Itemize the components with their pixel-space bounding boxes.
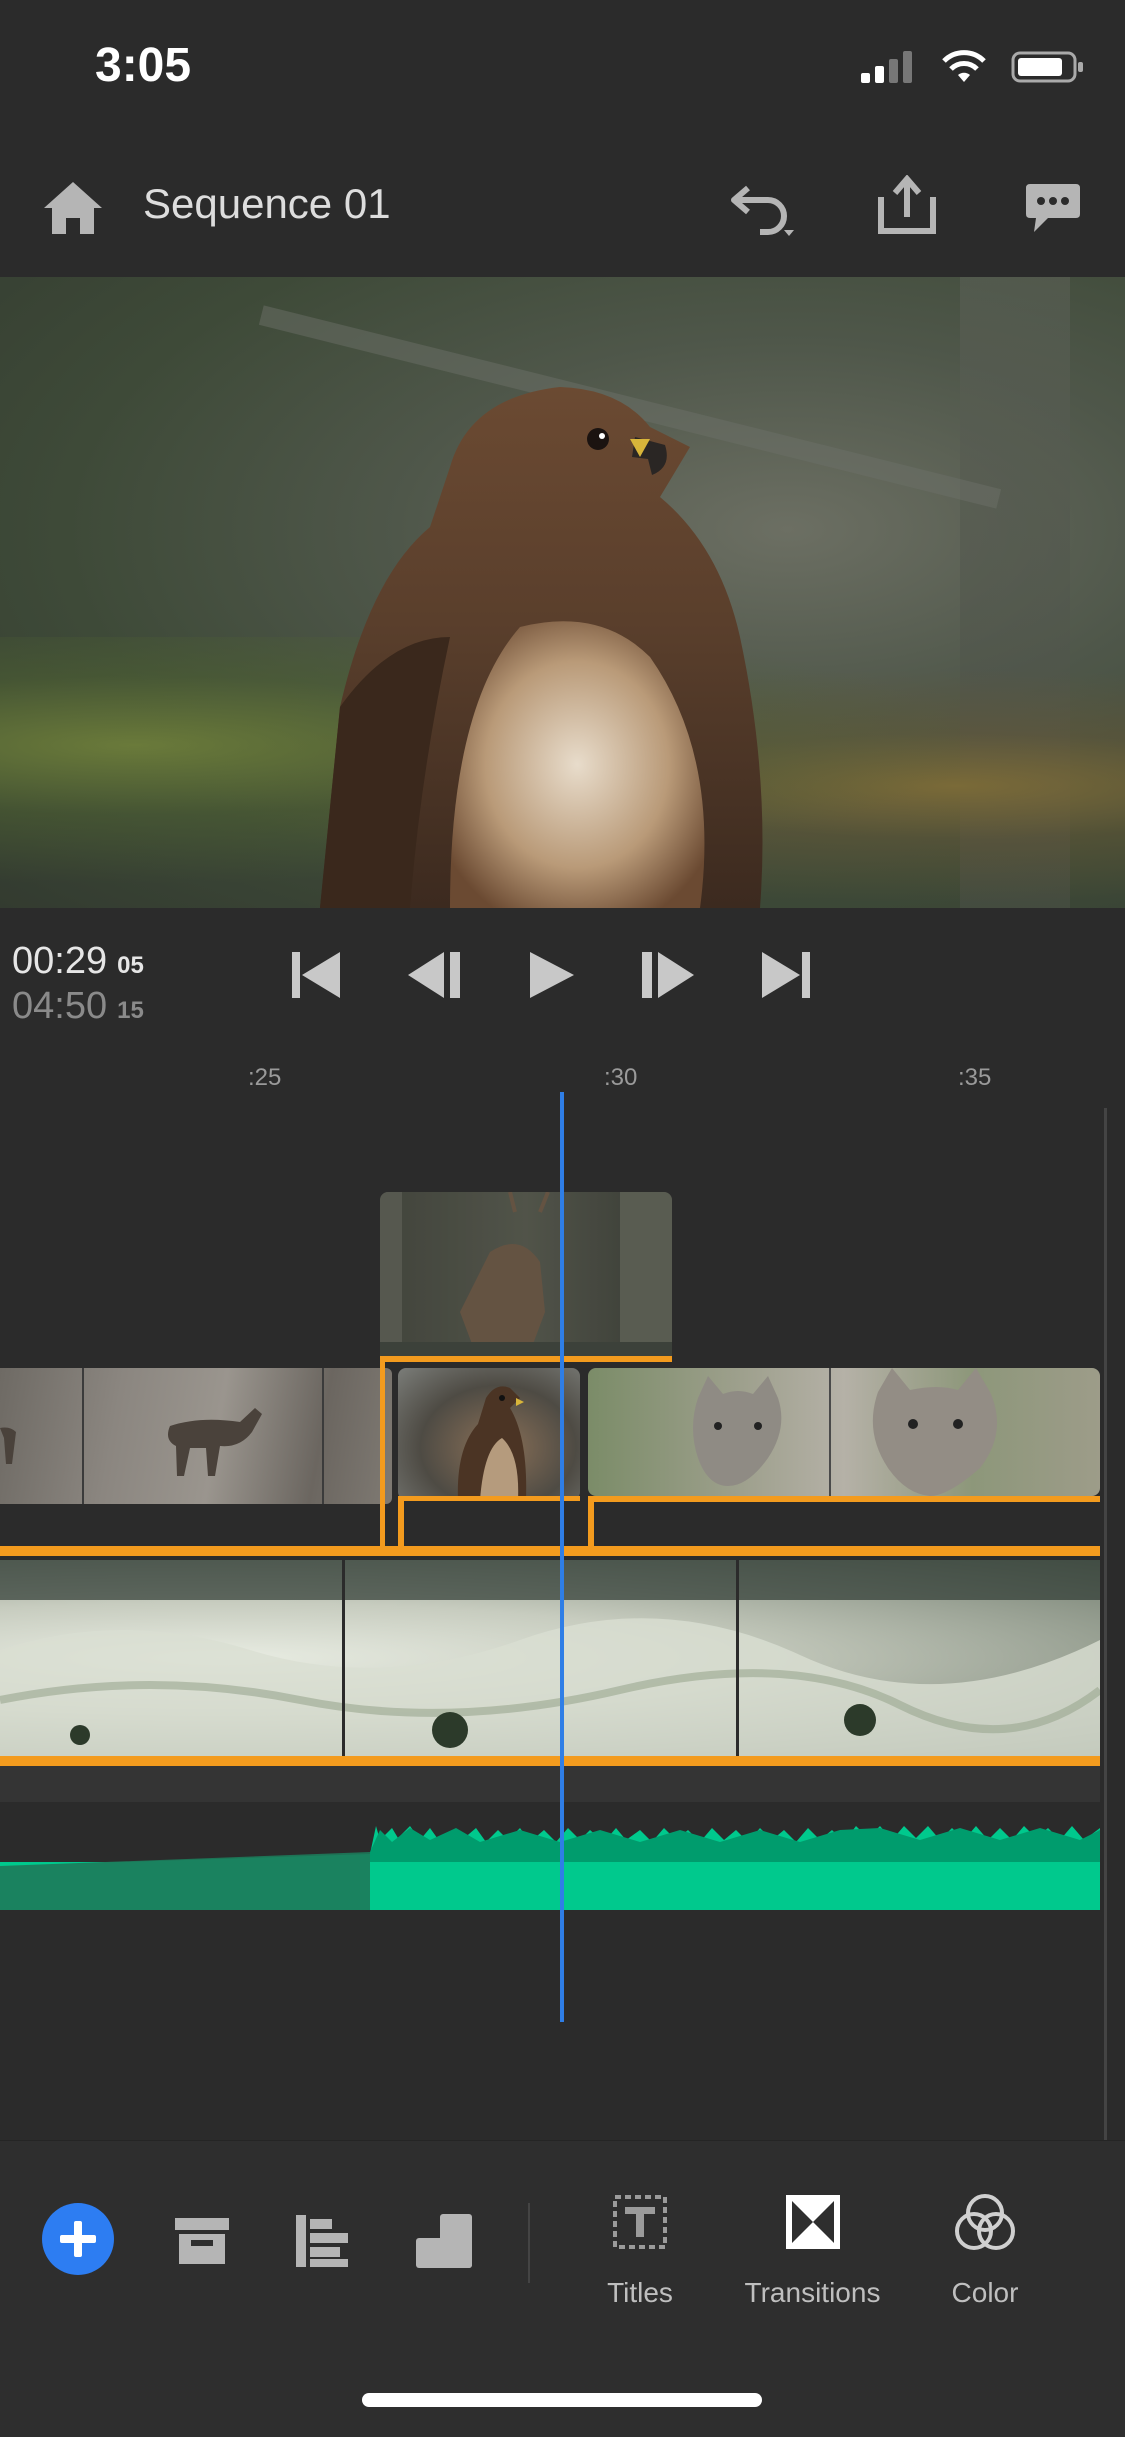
transitions-label: Transitions	[744, 2277, 881, 2308]
titles-label: Titles	[607, 2277, 673, 2308]
transport-controls	[290, 950, 812, 1000]
wolf-clip-selection	[588, 1496, 1100, 1502]
undo-button[interactable]	[725, 175, 801, 241]
toolbar-divider	[528, 2203, 530, 2283]
ruler-tick: :25	[248, 1064, 282, 1091]
color-icon	[955, 2194, 1015, 2250]
undo-icon	[731, 185, 794, 236]
tracks-icon	[296, 2215, 348, 2267]
skip-to-start-icon[interactable]	[290, 950, 342, 1000]
status-icons	[861, 50, 1085, 84]
track-gap	[0, 1766, 1100, 1802]
color-tool[interactable]: Color	[930, 2189, 1040, 2309]
feedback-button[interactable]	[1020, 175, 1086, 241]
main-clip-hawk[interactable]	[398, 1368, 580, 1500]
home-button[interactable]	[40, 175, 106, 241]
overlay-clip-deer[interactable]	[380, 1192, 672, 1362]
overlay-clip-selection	[380, 1356, 672, 1362]
current-time: 00:29	[12, 940, 108, 982]
titles-icon	[613, 2195, 667, 2249]
broll-selection-top	[0, 1546, 1100, 1556]
skip-to-end-icon[interactable]	[760, 950, 812, 1000]
playhead[interactable]	[560, 1092, 564, 2022]
add-media-button[interactable]	[42, 2203, 114, 2275]
total-duration: 04:50 15	[12, 985, 144, 1028]
status-time: 3:05	[95, 39, 192, 92]
ruler-tick: :30	[604, 1064, 638, 1091]
audio-clip-music[interactable]	[0, 1806, 1100, 1910]
signal-icon	[861, 51, 912, 83]
hawk-clip-selection	[398, 1496, 580, 1501]
feedback-icon	[1026, 184, 1080, 232]
library-icon	[175, 2218, 229, 2264]
wolf-thumbnail-strip	[693, 1368, 998, 1496]
hawk-clip-left-handle[interactable]	[398, 1496, 404, 1548]
titles-tool[interactable]: Titles	[590, 2189, 690, 2309]
transitions-tool[interactable]: Transitions	[735, 2189, 890, 2309]
broll-selection-bottom	[0, 1756, 1100, 1766]
timeline-scrollbar[interactable]	[1104, 1108, 1107, 2148]
share-button[interactable]	[872, 170, 942, 240]
step-back-icon[interactable]	[406, 950, 462, 1000]
wolf-clip-left-handle[interactable]	[588, 1496, 594, 1548]
transitions-icon	[785, 2195, 840, 2249]
library-button[interactable]	[170, 2211, 234, 2271]
hawk-thumbnail	[457, 1386, 527, 1500]
color-label: Color	[951, 2277, 1019, 2308]
main-clip-deer[interactable]	[0, 1368, 392, 1504]
ruler-tick: :35	[958, 1064, 992, 1091]
status-bar: 3:05	[0, 0, 1125, 140]
aspect-icon	[416, 2214, 472, 2268]
battery-icon	[1011, 51, 1083, 83]
home-icon	[44, 182, 102, 234]
video-preview[interactable]	[0, 277, 1125, 908]
deer-thumbnail	[380, 1192, 672, 1362]
hawk-image	[320, 387, 763, 908]
wifi-icon	[942, 50, 986, 82]
home-indicator[interactable]	[362, 2393, 762, 2407]
deer-thumbnail-strip	[0, 1368, 324, 1504]
broll-clip-water[interactable]	[0, 1560, 1103, 1756]
play-icon[interactable]	[526, 950, 576, 1000]
aspect-ratio-button[interactable]	[412, 2209, 476, 2273]
water-thumbnail-strip	[0, 1560, 1103, 1756]
audio-waveform	[0, 1806, 1100, 1910]
step-forward-icon[interactable]	[640, 950, 696, 1000]
total-time: 04:50	[12, 985, 108, 1027]
current-frames: 05	[117, 952, 144, 979]
total-frames: 15	[117, 997, 144, 1024]
overlay-connector	[380, 1356, 385, 1546]
main-clip-wolf[interactable]	[588, 1368, 1100, 1496]
tracks-button[interactable]	[290, 2209, 354, 2273]
clip-divider	[736, 1560, 739, 1756]
share-icon	[878, 175, 936, 234]
sequence-title[interactable]: Sequence 01	[143, 180, 391, 228]
add-icon	[60, 2221, 96, 2257]
clip-divider	[342, 1560, 345, 1756]
current-timecode: 00:29 05	[12, 940, 144, 983]
